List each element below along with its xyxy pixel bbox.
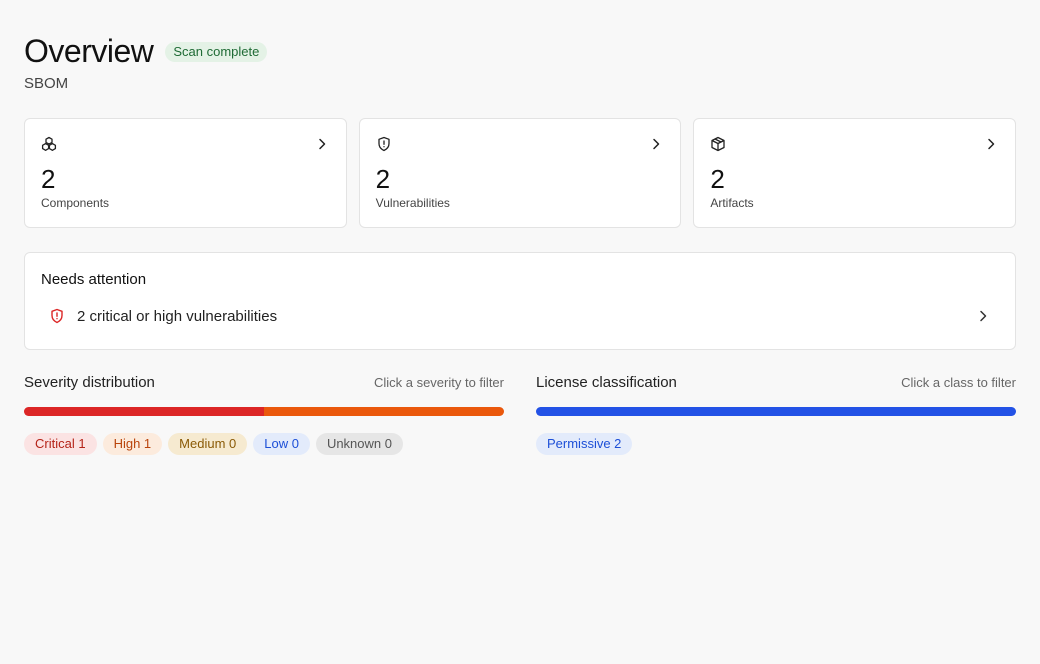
page-title: Overview [24, 33, 154, 69]
severity-distribution: Severity distribution Click a severity t… [24, 374, 504, 455]
components-card[interactable]: 2 Components [24, 118, 347, 228]
needs-attention-title: Needs attention [41, 271, 147, 288]
page-subtitle: SBOM [24, 75, 69, 92]
license-bar [536, 407, 1016, 416]
vulnerabilities-card[interactable]: 2 Vulnerabilities [358, 118, 682, 228]
alert-shield-icon [49, 308, 65, 324]
chevron-right-icon [648, 136, 664, 152]
artifacts-label: Artifacts [710, 196, 754, 210]
severity-chip-medium[interactable]: Medium 0 [168, 433, 248, 455]
license-classification-hint: Click a class to filter [901, 375, 1016, 390]
license-classification-title: License classification [536, 374, 677, 391]
components-icon [41, 136, 57, 152]
license-bar-segment-permissive[interactable] [536, 407, 1016, 416]
chevron-right-icon [983, 136, 999, 152]
severity-chips: Critical 1 High 1 Medium 0 Low 0 Unknown… [24, 433, 504, 455]
severity-bar-segment-critical[interactable] [24, 407, 264, 416]
stat-cards: 2 Components 2 Vulnerabilities 2 Artifac… [24, 118, 1017, 228]
package-icon [710, 136, 726, 152]
components-count: 2 [41, 164, 56, 194]
severity-chip-high[interactable]: High 1 [102, 433, 163, 455]
page-header: Overview Scan complete [24, 32, 268, 70]
critical-high-vulnerabilities-item[interactable]: 2 critical or high vulnerabilities [41, 303, 999, 329]
severity-distribution-hint: Click a severity to filter [373, 375, 504, 390]
status-badge: Scan complete [165, 42, 268, 62]
vulnerabilities-count: 2 [375, 164, 391, 194]
license-chip-permissive[interactable]: Permissive 2 [536, 433, 633, 455]
license-classification: License classification Click a class to … [536, 374, 1016, 455]
license-chips: Permissive 2 [536, 433, 1016, 455]
severity-chip-critical[interactable]: Critical 1 [24, 433, 97, 455]
components-label: Components [41, 196, 110, 210]
chevron-right-icon [975, 308, 991, 324]
severity-chip-low[interactable]: Low 0 [253, 433, 310, 455]
shield-icon [376, 136, 392, 152]
severity-bar-segment-high[interactable] [264, 407, 504, 416]
artifacts-count: 2 [710, 164, 725, 194]
severity-chip-unknown[interactable]: Unknown 0 [315, 433, 403, 455]
attention-item-text: 2 critical or high vulnerabilities [77, 307, 278, 325]
severity-bar [24, 407, 504, 416]
needs-attention-panel: Needs attention 2 critical or high vulne… [24, 252, 1016, 350]
vulnerabilities-label: Vulnerabilities [375, 196, 450, 210]
artifacts-card[interactable]: 2 Artifacts [693, 118, 1017, 228]
severity-distribution-title: Severity distribution [24, 374, 155, 391]
chevron-right-icon [314, 136, 330, 152]
